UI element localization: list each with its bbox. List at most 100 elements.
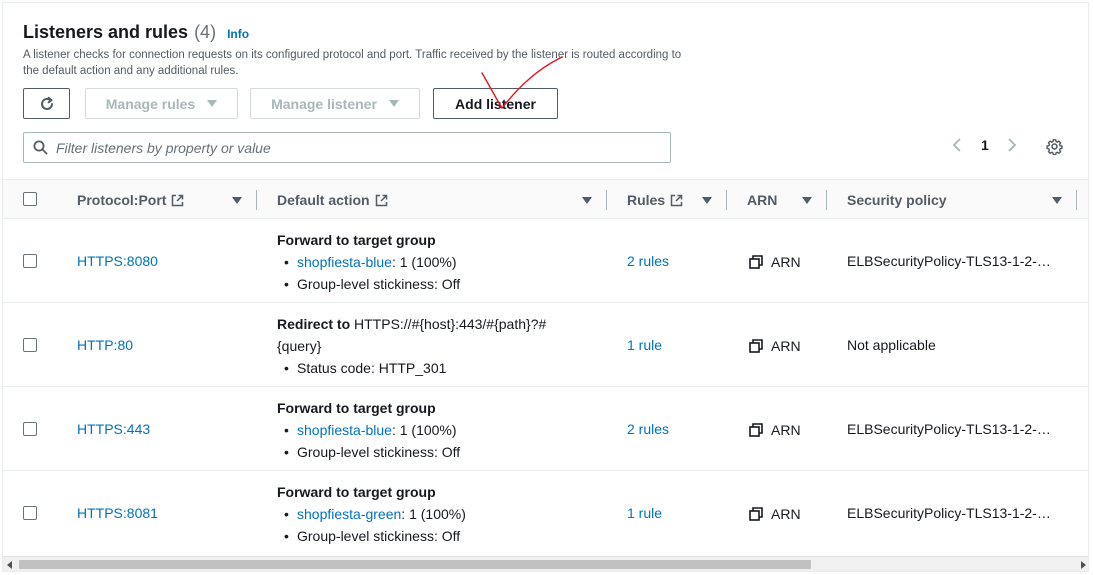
arn-label: ARN <box>771 338 801 354</box>
manage-listener-label: Manage listener <box>271 95 377 112</box>
scroll-left-icon[interactable] <box>7 561 12 569</box>
column-divider[interactable] <box>1076 190 1077 210</box>
manage-rules-button[interactable]: Manage rules <box>85 88 238 119</box>
column-protocol-port[interactable]: Protocol:Port <box>77 180 247 220</box>
column-rules[interactable]: Rules <box>627 180 722 220</box>
target-weight: : 1 (100%) <box>391 422 457 438</box>
column-label: Rules <box>627 192 666 208</box>
copy-icon <box>749 255 763 269</box>
column-label: Protocol:Port <box>77 192 167 208</box>
panel-description: A listener checks for connection request… <box>23 49 682 77</box>
copy-icon <box>749 339 763 353</box>
listener-count: (4) <box>194 22 217 42</box>
target-group-link[interactable]: shopfiesta-blue <box>297 254 392 270</box>
default-action: Forward to target group shopfiesta-green… <box>277 481 587 547</box>
arn-copy[interactable]: ARN <box>749 422 801 438</box>
security-policy: ELBSecurityPolicy-TLS13-1-2-… <box>847 505 1051 521</box>
column-label: ARN <box>747 192 778 208</box>
column-divider[interactable] <box>726 190 727 210</box>
column-label: Default action <box>277 192 370 208</box>
sort-caret-icon[interactable] <box>232 197 242 204</box>
rules-link[interactable]: 2 rules <box>627 421 669 437</box>
scroll-right-icon[interactable] <box>1081 561 1086 569</box>
gear-icon <box>1046 139 1063 156</box>
refresh-button[interactable] <box>23 88 70 119</box>
sort-caret-icon[interactable] <box>582 197 592 204</box>
copy-icon <box>749 507 763 521</box>
filter-box[interactable] <box>23 132 671 163</box>
column-arn[interactable]: ARN <box>747 180 822 220</box>
action-detail: Group-level stickiness: Off <box>277 441 587 463</box>
redirect-url-continued: {query} <box>277 338 322 354</box>
security-policy: Not applicable <box>847 337 936 353</box>
listeners-panel: Listeners and rules (4) Info A listener … <box>2 2 1089 572</box>
default-action: Forward to target group shopfiesta-blue:… <box>277 229 587 295</box>
manage-listener-button[interactable]: Manage listener <box>250 88 420 119</box>
action-title: Forward to target group <box>277 400 436 416</box>
refresh-icon <box>40 96 53 110</box>
security-policy: ELBSecurityPolicy-TLS13-1-2-… <box>847 253 1051 269</box>
table-header: Protocol:Port Default action Rules ARN S… <box>3 179 1088 220</box>
action-detail: Status code: HTTP_301 <box>277 357 587 379</box>
security-policy: ELBSecurityPolicy-TLS13-1-2-… <box>847 421 1051 437</box>
rules-link[interactable]: 2 rules <box>627 253 669 269</box>
row-checkbox[interactable] <box>23 254 37 268</box>
manage-rules-label: Manage rules <box>105 95 196 112</box>
rules-link[interactable]: 1 rule <box>627 505 662 521</box>
protocol-port-link[interactable]: HTTP:80 <box>77 337 133 353</box>
row-checkbox[interactable] <box>23 338 37 352</box>
page-number[interactable]: 1 <box>981 137 989 153</box>
sort-caret-icon[interactable] <box>802 197 812 204</box>
horizontal-scrollbar[interactable] <box>3 556 1088 571</box>
redirect-line: Redirect to HTTPS://#{host}:443/#{path}?… <box>277 313 587 335</box>
add-listener-button[interactable]: Add listener <box>433 88 558 119</box>
table-row[interactable]: HTTPS:443 Forward to target group shopfi… <box>3 387 1088 471</box>
action-title: Forward to target group <box>277 232 436 248</box>
sort-caret-icon[interactable] <box>1052 197 1062 204</box>
action-target-item: shopfiesta-blue: 1 (100%) <box>277 419 587 441</box>
column-default-action[interactable]: Default action <box>277 180 597 220</box>
arn-copy[interactable]: ARN <box>749 254 801 270</box>
row-checkbox[interactable] <box>23 506 37 520</box>
column-security-policy[interactable]: Security policy <box>847 180 1067 220</box>
sort-caret-icon[interactable] <box>702 197 712 204</box>
arn-label: ARN <box>771 254 801 270</box>
action-target-item: shopfiesta-blue: 1 (100%) <box>277 251 587 273</box>
arn-label: ARN <box>771 422 801 438</box>
caret-down-icon <box>388 100 399 107</box>
pagination: 1 <box>951 137 1018 153</box>
column-label: Security policy <box>847 192 947 208</box>
redirect-url: HTTPS://#{host}:443/#{path}?# <box>354 316 547 332</box>
search-icon <box>33 140 48 155</box>
caret-down-icon <box>207 100 218 107</box>
arn-copy[interactable]: ARN <box>749 338 801 354</box>
table-row[interactable]: HTTP:80 Redirect to HTTPS://#{host}:443/… <box>3 303 1088 387</box>
page-title: Listeners and rules <box>23 22 189 42</box>
chevron-right-icon[interactable] <box>1006 137 1018 153</box>
column-divider[interactable] <box>826 190 827 210</box>
external-link-icon <box>172 194 184 206</box>
action-target-item: shopfiesta-green: 1 (100%) <box>277 503 587 525</box>
column-divider[interactable] <box>606 190 607 210</box>
column-divider[interactable] <box>256 190 257 210</box>
action-detail: Group-level stickiness: Off <box>277 273 587 295</box>
row-checkbox[interactable] <box>23 422 37 436</box>
settings-button[interactable] <box>1046 138 1063 160</box>
action-detail: Group-level stickiness: Off <box>277 525 587 547</box>
scrollbar-thumb[interactable] <box>19 560 811 569</box>
target-group-link[interactable]: shopfiesta-green <box>297 506 401 522</box>
rules-link[interactable]: 1 rule <box>627 337 662 353</box>
protocol-port-link[interactable]: HTTPS:8080 <box>77 253 158 269</box>
table-row[interactable]: HTTPS:8080 Forward to target group shopf… <box>3 219 1088 303</box>
arn-copy[interactable]: ARN <box>749 506 801 522</box>
protocol-port-link[interactable]: HTTPS:8081 <box>77 505 158 521</box>
external-link-icon <box>375 194 387 206</box>
protocol-port-link[interactable]: HTTPS:443 <box>77 421 150 437</box>
target-group-link[interactable]: shopfiesta-blue <box>297 422 392 438</box>
select-all-checkbox[interactable] <box>23 192 37 206</box>
chevron-left-icon[interactable] <box>951 137 963 153</box>
default-action: Forward to target group shopfiesta-blue:… <box>277 397 587 463</box>
search-input[interactable] <box>56 139 646 156</box>
table-row[interactable]: HTTPS:8081 Forward to target group shopf… <box>3 471 1088 555</box>
info-link[interactable]: Info <box>227 27 249 41</box>
